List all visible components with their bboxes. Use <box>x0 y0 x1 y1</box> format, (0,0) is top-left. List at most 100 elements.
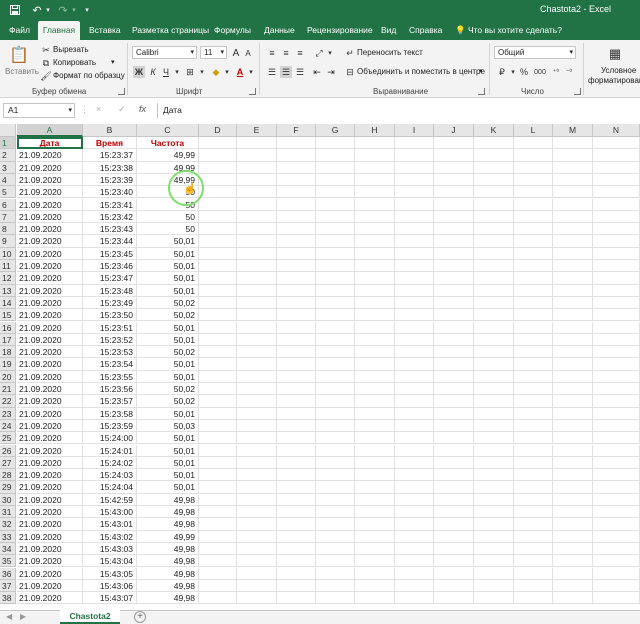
insert-function-icon[interactable]: fx <box>139 104 146 114</box>
empty-cell[interactable] <box>237 518 277 531</box>
time-cell[interactable]: 15:23:53 <box>83 346 137 359</box>
tab-page-layout[interactable]: Разметка страницы <box>132 21 209 40</box>
empty-cell[interactable] <box>434 592 474 605</box>
time-cell[interactable]: 15:43:01 <box>83 518 137 531</box>
empty-cell[interactable] <box>514 542 553 556</box>
time-cell[interactable]: 15:23:46 <box>83 260 137 273</box>
column-header[interactable]: N <box>593 124 640 137</box>
empty-cell[interactable] <box>355 383 395 396</box>
frequency-cell[interactable]: 49,99 <box>137 149 199 162</box>
row-header[interactable]: 12 <box>0 272 16 285</box>
empty-cell[interactable] <box>355 469 395 482</box>
undo-dropdown-icon[interactable]: ▾ <box>44 3 52 17</box>
wrap-text-button[interactable]: Переносить текст <box>357 48 423 57</box>
empty-cell[interactable] <box>434 444 474 457</box>
empty-cell[interactable] <box>514 370 553 383</box>
column-header[interactable]: H <box>355 124 395 137</box>
empty-cell[interactable] <box>434 358 474 371</box>
empty-cell[interactable] <box>277 260 316 273</box>
empty-cell[interactable] <box>395 272 434 285</box>
empty-cell[interactable] <box>355 346 395 359</box>
date-cell[interactable]: 21.09.2020 <box>17 444 83 457</box>
empty-cell[interactable] <box>277 137 316 150</box>
empty-cell[interactable] <box>514 260 553 273</box>
empty-cell[interactable] <box>593 444 640 457</box>
empty-cell[interactable] <box>199 579 237 593</box>
empty-cell[interactable] <box>237 186 277 199</box>
empty-cell[interactable] <box>316 506 355 519</box>
empty-cell[interactable] <box>474 469 514 482</box>
empty-cell[interactable] <box>434 137 474 150</box>
empty-cell[interactable] <box>593 247 640 260</box>
cut-icon[interactable]: ✂ <box>40 44 52 56</box>
empty-cell[interactable] <box>474 370 514 383</box>
empty-cell[interactable] <box>237 210 277 224</box>
column-header[interactable]: G <box>316 124 355 137</box>
empty-cell[interactable] <box>395 542 434 556</box>
empty-cell[interactable] <box>316 542 355 556</box>
date-cell[interactable]: 21.09.2020 <box>17 567 83 580</box>
empty-cell[interactable] <box>277 358 316 371</box>
time-cell[interactable]: 15:23:49 <box>83 296 137 310</box>
date-cell[interactable]: 21.09.2020 <box>17 149 83 162</box>
empty-cell[interactable] <box>553 272 593 285</box>
row-header[interactable]: 20 <box>0 370 16 383</box>
empty-cell[interactable] <box>277 383 316 396</box>
date-cell[interactable]: 21.09.2020 <box>17 235 83 248</box>
time-cell[interactable]: 15:23:44 <box>83 235 137 248</box>
empty-cell[interactable] <box>277 309 316 322</box>
empty-cell[interactable] <box>395 296 434 310</box>
empty-cell[interactable] <box>237 506 277 519</box>
empty-cell[interactable] <box>593 198 640 211</box>
empty-cell[interactable] <box>474 137 514 150</box>
empty-cell[interactable] <box>553 481 593 494</box>
time-cell[interactable]: 15:23:59 <box>83 419 137 433</box>
time-cell[interactable]: 15:23:38 <box>83 161 137 174</box>
align-bottom-icon[interactable]: ≡ <box>294 47 306 59</box>
empty-cell[interactable] <box>553 309 593 322</box>
copy-icon[interactable]: ⧉ <box>40 57 52 69</box>
wrap-text-icon[interactable]: ↵ <box>344 47 356 59</box>
empty-cell[interactable] <box>474 579 514 593</box>
empty-cell[interactable] <box>199 542 237 556</box>
time-cell[interactable]: 15:24:04 <box>83 481 137 494</box>
row-header[interactable]: 28 <box>0 469 16 482</box>
tab-formulas[interactable]: Формулы <box>214 21 251 40</box>
empty-cell[interactable] <box>199 567 237 580</box>
empty-cell[interactable] <box>514 383 553 396</box>
row-header[interactable]: 7 <box>0 210 16 224</box>
tab-home[interactable]: Главная <box>38 21 80 40</box>
date-cell[interactable]: 21.09.2020 <box>17 186 83 199</box>
time-cell[interactable]: 15:23:55 <box>83 370 137 383</box>
align-middle-icon[interactable]: ≡ <box>280 47 292 59</box>
shrink-font-icon[interactable]: A <box>242 47 254 59</box>
empty-cell[interactable] <box>474 223 514 236</box>
frequency-cell[interactable]: 49,98 <box>137 518 199 531</box>
empty-cell[interactable] <box>474 346 514 359</box>
empty-cell[interactable] <box>553 161 593 174</box>
empty-cell[interactable] <box>316 469 355 482</box>
time-cell[interactable]: 15:43:00 <box>83 506 137 519</box>
date-cell[interactable]: 21.09.2020 <box>17 358 83 371</box>
empty-cell[interactable] <box>355 137 395 150</box>
time-cell[interactable]: 15:42:59 <box>83 493 137 506</box>
borders-icon[interactable]: ⊞ <box>184 66 196 78</box>
empty-cell[interactable] <box>474 309 514 322</box>
undo-icon[interactable]: ↶ <box>30 3 44 17</box>
frequency-cell[interactable]: 50,02 <box>137 383 199 396</box>
empty-cell[interactable] <box>316 481 355 494</box>
prev-sheet-icon[interactable]: ◀ <box>6 612 12 621</box>
empty-cell[interactable] <box>316 370 355 383</box>
empty-cell[interactable] <box>316 210 355 224</box>
conditional-formatting-icon[interactable]: ▦ <box>604 44 626 64</box>
column-header[interactable]: F <box>277 124 316 137</box>
empty-cell[interactable] <box>237 333 277 347</box>
date-cell[interactable]: 21.09.2020 <box>17 469 83 482</box>
empty-cell[interactable] <box>395 567 434 580</box>
empty-cell[interactable] <box>434 530 474 543</box>
empty-cell[interactable] <box>553 419 593 433</box>
empty-cell[interactable] <box>355 309 395 322</box>
empty-cell[interactable] <box>593 309 640 322</box>
empty-cell[interactable] <box>395 383 434 396</box>
date-cell[interactable]: 21.09.2020 <box>17 173 83 187</box>
